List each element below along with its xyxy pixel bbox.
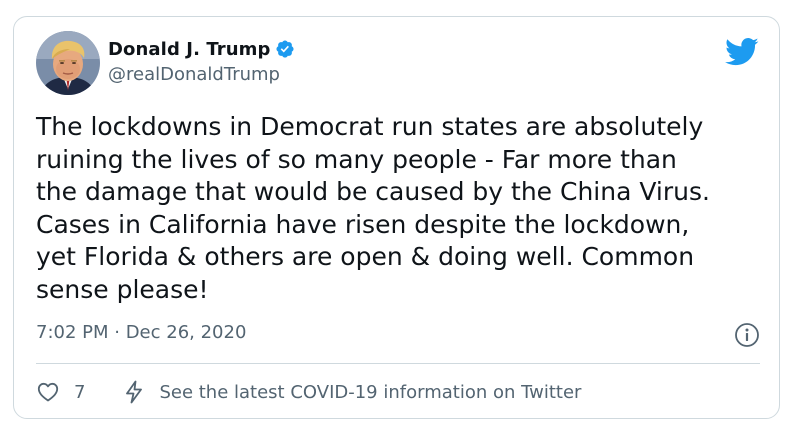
info-icon[interactable] bbox=[734, 322, 760, 348]
tweet-text: The lockdowns in Democrat run states are… bbox=[36, 112, 710, 304]
tweet-card: Donald J. Trump @realDonaldTrump The loc… bbox=[13, 16, 780, 419]
bolt-icon bbox=[123, 380, 145, 404]
divider bbox=[36, 363, 760, 364]
covid-info-text[interactable]: See the latest COVID-19 information on T… bbox=[159, 382, 581, 403]
like-button[interactable]: 7 bbox=[36, 380, 85, 404]
tweet-footer: 7 See the latest COVID-19 information on… bbox=[36, 374, 581, 410]
avatar-portrait-image bbox=[36, 31, 100, 95]
like-count: 7 bbox=[74, 381, 86, 403]
tweet-timestamp[interactable]: 7:02 PM · Dec 26, 2020 bbox=[36, 322, 246, 343]
avatar[interactable] bbox=[36, 31, 100, 95]
author-handle[interactable]: @realDonaldTrump bbox=[108, 64, 280, 85]
author-display-name[interactable]: Donald J. Trump bbox=[108, 39, 271, 60]
covid-info-link[interactable]: See the latest COVID-19 information on T… bbox=[123, 380, 581, 404]
twitter-bird-icon[interactable] bbox=[725, 37, 759, 67]
author-name-row[interactable]: Donald J. Trump bbox=[108, 37, 295, 61]
verified-badge-icon bbox=[275, 39, 295, 59]
heart-icon bbox=[36, 380, 60, 404]
